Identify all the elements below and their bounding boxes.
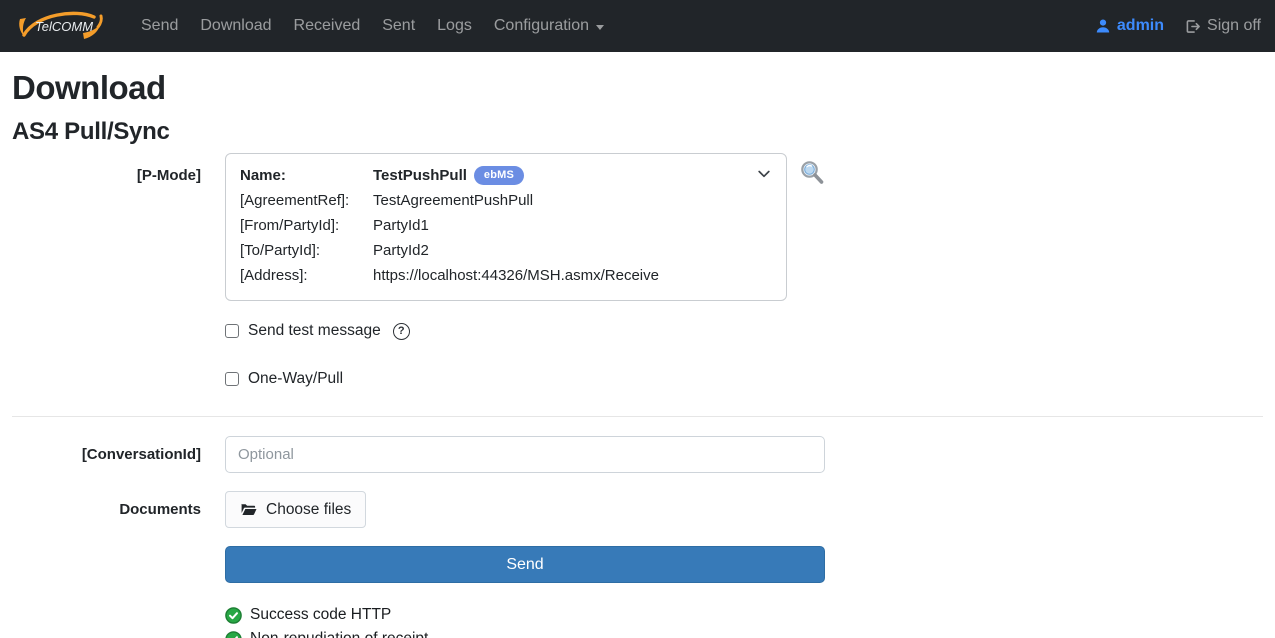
pmode-value-from-partyid: PartyId1 <box>373 214 772 238</box>
pmode-value-to-partyid: PartyId2 <box>373 239 772 263</box>
help-icon[interactable]: ? <box>393 323 410 340</box>
documents-label: Documents <box>12 501 201 518</box>
pmode-row: [P-Mode] Name: TestPushPull ebMS [Agreeme… <box>12 153 1263 301</box>
nav-item-logs[interactable]: Logs <box>428 9 481 43</box>
nav-item-sent-label: Sent <box>382 17 415 35</box>
chevron-down-icon <box>596 25 604 30</box>
brand-text: TelCOMM <box>35 19 93 34</box>
user-menu[interactable]: admin <box>1095 17 1164 35</box>
ebms-badge: ebMS <box>474 166 524 185</box>
pmode-value-address: https://localhost:44326/MSH.asmx/Receive <box>373 264 772 288</box>
sign-off-button[interactable]: Sign off <box>1184 17 1261 35</box>
pmode-key-name: Name: <box>240 164 373 188</box>
nav-item-send[interactable]: Send <box>132 9 187 43</box>
non-repudiation-label: Non-repudiation of receipt <box>250 627 428 638</box>
search-icon[interactable] <box>799 159 825 187</box>
sign-off-label: Sign off <box>1207 17 1261 35</box>
nav-item-logs-label: Logs <box>437 17 472 35</box>
send-row: Send <box>12 546 1263 583</box>
nav-item-configuration[interactable]: Configuration <box>485 9 613 43</box>
one-way-pull-row: One-Way/Pull <box>225 370 1263 388</box>
pmode-key-to-partyid: [To/PartyId]: <box>240 239 373 263</box>
nav-item-received[interactable]: Received <box>285 9 370 43</box>
pmode-value-agreementref: TestAgreementPushPull <box>373 189 772 213</box>
chevron-down-icon <box>756 166 772 182</box>
success-code-http-label: Success code HTTP <box>250 603 391 627</box>
pmode-key-agreementref: [AgreementRef]: <box>240 189 373 213</box>
nav-item-received-label: Received <box>294 17 361 35</box>
folder-open-icon <box>240 502 257 517</box>
pmode-key-from-partyid: [From/PartyId]: <box>240 214 373 238</box>
success-code-http-row: Success code HTTP <box>225 603 1263 627</box>
nav-item-download[interactable]: Download <box>191 9 280 43</box>
brand-logo[interactable]: TelCOMM <box>14 5 106 47</box>
pmode-details: Name: TestPushPull ebMS [AgreementRef]: T… <box>240 164 772 288</box>
documents-row: Documents Choose files <box>12 491 1263 528</box>
page-title: Download <box>12 69 1263 107</box>
send-button[interactable]: Send <box>225 546 825 583</box>
page-subtitle: AS4 Pull/Sync <box>12 118 1263 146</box>
choose-files-button[interactable]: Choose files <box>225 491 366 528</box>
sign-out-icon <box>1184 18 1201 35</box>
download-form: [P-Mode] Name: TestPushPull ebMS [Agreeme… <box>12 153 1263 638</box>
conversation-id-label: [ConversationId] <box>12 446 201 463</box>
telcomm-logo-icon: TelCOMM <box>14 5 106 47</box>
conversation-id-row: [ConversationId] <box>12 436 1263 473</box>
send-test-message-row: Send test message ? <box>225 322 1263 340</box>
pmode-name-text: TestPushPull <box>373 167 467 184</box>
pmode-key-address: [Address]: <box>240 264 373 288</box>
navbar: TelCOMM Send Download Received Sent Logs… <box>0 0 1275 52</box>
nav-item-configuration-label: Configuration <box>494 17 589 35</box>
pmode-select[interactable]: Name: TestPushPull ebMS [AgreementRef]: T… <box>225 153 787 301</box>
main-content: Download AS4 Pull/Sync [P-Mode] Name: Te… <box>0 69 1275 638</box>
nav-item-sent[interactable]: Sent <box>373 9 424 43</box>
receipt-options: Success code HTTP Non-repudiation of rec… <box>225 603 1263 638</box>
send-test-message-label[interactable]: Send test message <box>248 322 381 340</box>
navbar-right: admin Sign off <box>1095 17 1261 35</box>
pmode-value-name: TestPushPull ebMS <box>373 164 772 188</box>
section-divider <box>12 416 1263 417</box>
username-text: admin <box>1117 17 1164 35</box>
one-way-pull-checkbox[interactable] <box>225 372 239 386</box>
nav-item-send-label: Send <box>141 17 178 35</box>
send-test-message-checkbox[interactable] <box>225 324 239 338</box>
pmode-label: [P-Mode] <box>12 153 201 301</box>
check-circle-icon <box>225 631 242 638</box>
check-circle-icon <box>225 607 242 624</box>
nav-links: Send Download Received Sent Logs Configu… <box>132 9 1095 43</box>
conversation-id-input[interactable] <box>225 436 825 473</box>
person-icon <box>1095 18 1111 34</box>
one-way-pull-label[interactable]: One-Way/Pull <box>248 370 343 388</box>
nav-item-download-label: Download <box>200 17 271 35</box>
choose-files-label: Choose files <box>266 501 351 519</box>
non-repudiation-row: Non-repudiation of receipt <box>225 627 1263 638</box>
